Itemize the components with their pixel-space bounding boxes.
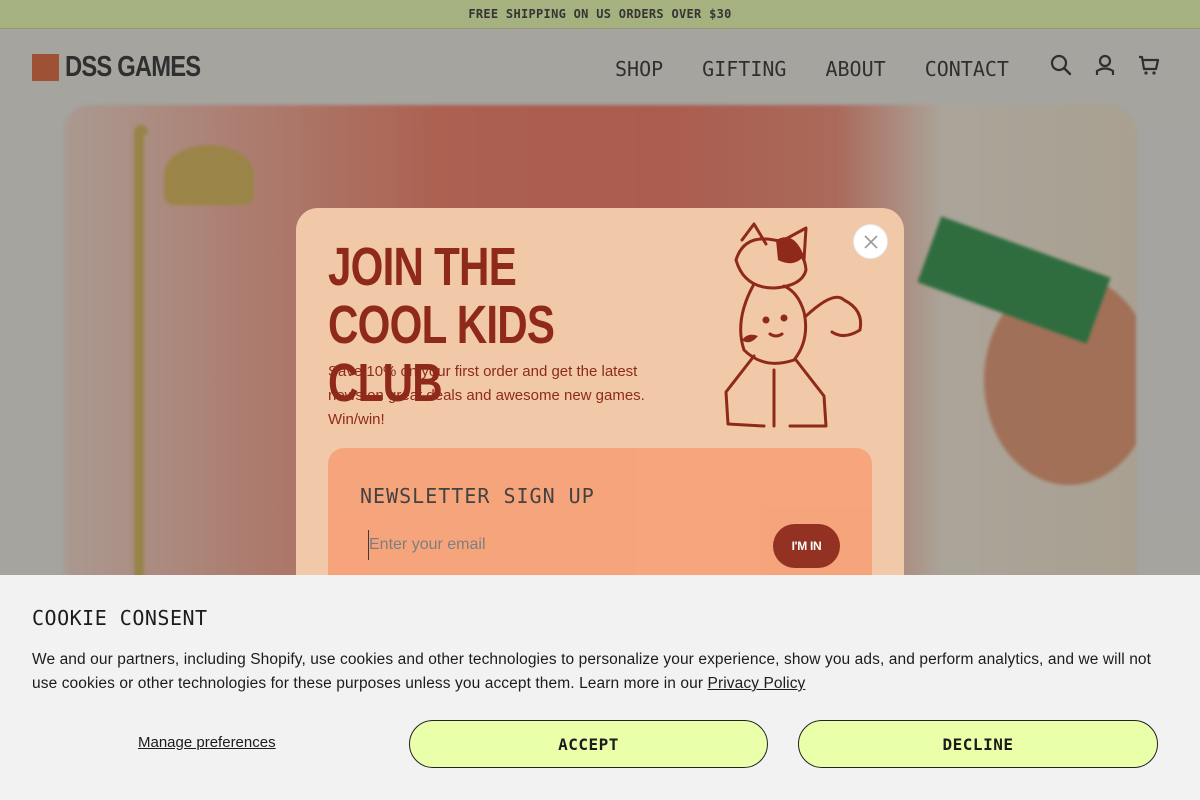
cat-mascot-illustration (724, 222, 863, 428)
modal-description: Save 10% on your first order and get the… (328, 363, 645, 428)
cookie-body: We and our partners, including Shopify, … (32, 651, 1152, 692)
close-icon[interactable] (853, 224, 888, 259)
subscribe-button[interactable]: I'M IN (773, 524, 840, 568)
cookie-banner: COOKIE CONSENT We and our partners, incl… (0, 575, 1200, 800)
cookie-description: We and our partners, including Shopify, … (32, 648, 1172, 696)
cookie-title: COOKIE CONSENT (32, 606, 208, 630)
signup-label: NEWSLETTER SIGN UP (360, 484, 595, 508)
newsletter-modal: JOIN THE COOL KIDS CLUB Save 10% on your… (296, 208, 904, 628)
email-field[interactable] (368, 530, 748, 560)
privacy-policy-link[interactable]: Privacy Policy (708, 675, 806, 692)
accept-button[interactable]: ACCEPT (409, 720, 768, 768)
decline-button[interactable]: DECLINE (798, 720, 1158, 768)
manage-preferences-link[interactable]: Manage preferences (138, 734, 276, 751)
